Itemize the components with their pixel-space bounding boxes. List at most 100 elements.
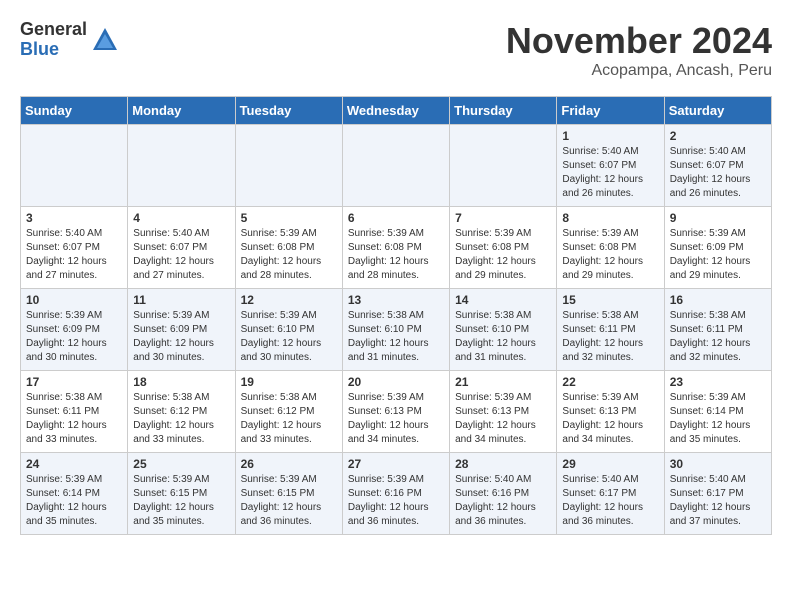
calendar-cell: 28Sunrise: 5:40 AM Sunset: 6:16 PM Dayli… <box>450 453 557 535</box>
calendar-cell: 26 Sunrise: 5:39 AM Sunset: 6:15 PM Dayli… <box>235 453 342 535</box>
day-number: 24 <box>26 457 122 471</box>
calendar-cell <box>450 125 557 207</box>
day-number: 26 <box>241 457 337 471</box>
header-cell-thursday: Thursday <box>450 97 557 125</box>
day-info: Sunrise: 5:39 AM Sunset: 6:14 PM Dayligh… <box>670 391 766 447</box>
day-number: 14 <box>455 293 551 307</box>
day-info: Sunrise: 5:38 AM Sunset: 6:12 PM Dayligh… <box>241 391 337 447</box>
calendar-cell: 5 Sunrise: 5:39 AM Sunset: 6:08 PM Daylig… <box>235 207 342 289</box>
calendar-cell: 21 Sunrise: 5:39 AM Sunset: 6:13 PM Dayli… <box>450 371 557 453</box>
day-info: Sunrise: 5:38 AM Sunset: 6:12 PM Dayligh… <box>133 391 229 447</box>
calendar-cell: 24 Sunrise: 5:39 AM Sunset: 6:14 PM Dayli… <box>21 453 128 535</box>
day-info: Sunrise: 5:40 AM Sunset: 6:07 PM Dayligh… <box>26 227 122 283</box>
day-number: 11 <box>133 293 229 307</box>
day-number: 4 <box>133 211 229 225</box>
day-info: Sunrise: 5:39 AM Sunset: 6:13 PM Dayligh… <box>455 391 551 447</box>
day-number: 7 <box>455 211 551 225</box>
page-header: General Blue November 2024 Acopampa, Anc… <box>20 20 772 80</box>
day-info: Sunrise: 5:39 AM Sunset: 6:08 PM Dayligh… <box>455 227 551 283</box>
calendar-week-2: 3Sunrise: 5:40 AM Sunset: 6:07 PM Daylig… <box>21 207 772 289</box>
title-area: November 2024 Acopampa, Ancash, Peru <box>506 20 772 80</box>
calendar-cell: 19 Sunrise: 5:38 AM Sunset: 6:12 PM Dayli… <box>235 371 342 453</box>
calendar-cell <box>21 125 128 207</box>
day-info: Sunrise: 5:38 AM Sunset: 6:11 PM Dayligh… <box>562 309 658 365</box>
calendar-cell: 10 Sunrise: 5:39 AM Sunset: 6:09 PM Dayli… <box>21 289 128 371</box>
calendar-cell: 3Sunrise: 5:40 AM Sunset: 6:07 PM Daylig… <box>21 207 128 289</box>
calendar-cell: 12 Sunrise: 5:39 AM Sunset: 6:10 PM Dayli… <box>235 289 342 371</box>
day-info: Sunrise: 5:39 AM Sunset: 6:09 PM Dayligh… <box>133 309 229 365</box>
header-cell-sunday: Sunday <box>21 97 128 125</box>
logo: General Blue <box>20 20 119 60</box>
day-info: Sunrise: 5:39 AM Sunset: 6:08 PM Dayligh… <box>348 227 444 283</box>
day-info: Sunrise: 5:40 AM Sunset: 6:17 PM Dayligh… <box>670 473 766 529</box>
day-info: Sunrise: 5:39 AM Sunset: 6:15 PM Dayligh… <box>241 473 337 529</box>
calendar-cell: 1Sunrise: 5:40 AM Sunset: 6:07 PM Daylig… <box>557 125 664 207</box>
day-info: Sunrise: 5:39 AM Sunset: 6:09 PM Dayligh… <box>670 227 766 283</box>
calendar-cell: 20 Sunrise: 5:39 AM Sunset: 6:13 PM Dayli… <box>342 371 449 453</box>
calendar-cell: 18 Sunrise: 5:38 AM Sunset: 6:12 PM Dayli… <box>128 371 235 453</box>
day-number: 21 <box>455 375 551 389</box>
calendar-cell: 16Sunrise: 5:38 AM Sunset: 6:11 PM Dayli… <box>664 289 771 371</box>
header-cell-saturday: Saturday <box>664 97 771 125</box>
day-info: Sunrise: 5:39 AM Sunset: 6:10 PM Dayligh… <box>241 309 337 365</box>
day-number: 5 <box>241 211 337 225</box>
day-number: 17 <box>26 375 122 389</box>
calendar-cell: 15 Sunrise: 5:38 AM Sunset: 6:11 PM Dayli… <box>557 289 664 371</box>
calendar-week-3: 10 Sunrise: 5:39 AM Sunset: 6:09 PM Dayli… <box>21 289 772 371</box>
day-info: Sunrise: 5:40 AM Sunset: 6:07 PM Dayligh… <box>133 227 229 283</box>
day-number: 8 <box>562 211 658 225</box>
day-number: 20 <box>348 375 444 389</box>
day-info: Sunrise: 5:39 AM Sunset: 6:08 PM Dayligh… <box>562 227 658 283</box>
calendar-cell: 2 Sunrise: 5:40 AM Sunset: 6:07 PM Daylig… <box>664 125 771 207</box>
logo-general-text: General <box>20 20 87 40</box>
calendar-header: SundayMondayTuesdayWednesdayThursdayFrid… <box>21 97 772 125</box>
calendar-cell <box>128 125 235 207</box>
day-info: Sunrise: 5:39 AM Sunset: 6:15 PM Dayligh… <box>133 473 229 529</box>
day-info: Sunrise: 5:39 AM Sunset: 6:14 PM Dayligh… <box>26 473 122 529</box>
day-info: Sunrise: 5:39 AM Sunset: 6:13 PM Dayligh… <box>562 391 658 447</box>
header-cell-wednesday: Wednesday <box>342 97 449 125</box>
header-row: SundayMondayTuesdayWednesdayThursdayFrid… <box>21 97 772 125</box>
day-number: 27 <box>348 457 444 471</box>
calendar-week-1: 1Sunrise: 5:40 AM Sunset: 6:07 PM Daylig… <box>21 125 772 207</box>
day-info: Sunrise: 5:39 AM Sunset: 6:16 PM Dayligh… <box>348 473 444 529</box>
header-cell-friday: Friday <box>557 97 664 125</box>
logo-blue-text: Blue <box>20 40 87 60</box>
calendar-cell: 22 Sunrise: 5:39 AM Sunset: 6:13 PM Dayli… <box>557 371 664 453</box>
day-info: Sunrise: 5:38 AM Sunset: 6:10 PM Dayligh… <box>455 309 551 365</box>
calendar-cell: 17 Sunrise: 5:38 AM Sunset: 6:11 PM Dayli… <box>21 371 128 453</box>
day-number: 9 <box>670 211 766 225</box>
day-info: Sunrise: 5:40 AM Sunset: 6:16 PM Dayligh… <box>455 473 551 529</box>
calendar-week-4: 17 Sunrise: 5:38 AM Sunset: 6:11 PM Dayli… <box>21 371 772 453</box>
day-number: 18 <box>133 375 229 389</box>
calendar-cell: 30 Sunrise: 5:40 AM Sunset: 6:17 PM Dayli… <box>664 453 771 535</box>
day-number: 29 <box>562 457 658 471</box>
day-number: 10 <box>26 293 122 307</box>
calendar-table: SundayMondayTuesdayWednesdayThursdayFrid… <box>20 96 772 535</box>
day-number: 2 <box>670 129 766 143</box>
day-number: 30 <box>670 457 766 471</box>
day-number: 6 <box>348 211 444 225</box>
day-info: Sunrise: 5:40 AM Sunset: 6:07 PM Dayligh… <box>670 145 766 201</box>
header-cell-tuesday: Tuesday <box>235 97 342 125</box>
day-number: 23 <box>670 375 766 389</box>
day-number: 19 <box>241 375 337 389</box>
calendar-cell: 27 Sunrise: 5:39 AM Sunset: 6:16 PM Dayli… <box>342 453 449 535</box>
day-info: Sunrise: 5:39 AM Sunset: 6:09 PM Dayligh… <box>26 309 122 365</box>
day-number: 12 <box>241 293 337 307</box>
day-info: Sunrise: 5:38 AM Sunset: 6:10 PM Dayligh… <box>348 309 444 365</box>
day-info: Sunrise: 5:38 AM Sunset: 6:11 PM Dayligh… <box>26 391 122 447</box>
month-title: November 2024 <box>506 20 772 62</box>
calendar-cell <box>342 125 449 207</box>
day-info: Sunrise: 5:39 AM Sunset: 6:13 PM Dayligh… <box>348 391 444 447</box>
calendar-cell: 23 Sunrise: 5:39 AM Sunset: 6:14 PM Dayli… <box>664 371 771 453</box>
calendar-week-5: 24 Sunrise: 5:39 AM Sunset: 6:14 PM Dayli… <box>21 453 772 535</box>
day-number: 15 <box>562 293 658 307</box>
calendar-cell: 9 Sunrise: 5:39 AM Sunset: 6:09 PM Daylig… <box>664 207 771 289</box>
day-number: 22 <box>562 375 658 389</box>
calendar-cell: 14 Sunrise: 5:38 AM Sunset: 6:10 PM Dayli… <box>450 289 557 371</box>
day-info: Sunrise: 5:39 AM Sunset: 6:08 PM Dayligh… <box>241 227 337 283</box>
calendar-cell <box>235 125 342 207</box>
calendar-cell: 29Sunrise: 5:40 AM Sunset: 6:17 PM Dayli… <box>557 453 664 535</box>
calendar-body: 1Sunrise: 5:40 AM Sunset: 6:07 PM Daylig… <box>21 125 772 535</box>
